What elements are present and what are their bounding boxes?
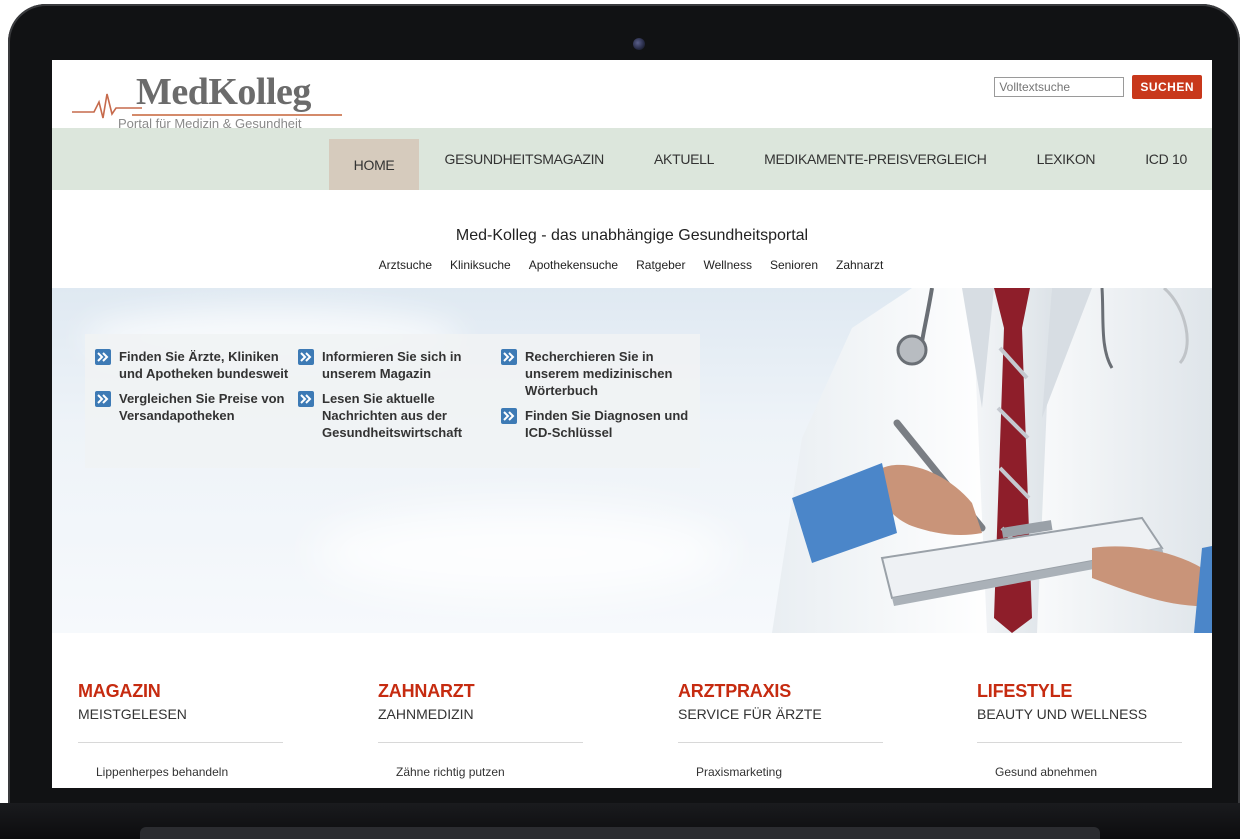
double-arrow-icon <box>501 349 517 365</box>
nav-item-gesundheitsmagazin[interactable]: GESUNDHEITSMAGAZIN <box>419 128 629 190</box>
webcam-icon <box>633 38 645 50</box>
nav-item-home[interactable]: HOME <box>328 139 420 190</box>
hero-features-box: Finden Sie Ärzte, Kliniken und Apotheken… <box>85 334 700 468</box>
divider <box>678 742 883 743</box>
category-lifestyle: LIFESTYLE BEAUTY UND WELLNESS Gesund abn… <box>977 681 1182 779</box>
category-title[interactable]: MAGAZIN <box>78 681 283 702</box>
category-zahnarzt: ZAHNARZT ZAHNMEDIZIN Zähne richtig putze… <box>378 681 583 779</box>
divider <box>378 742 583 743</box>
subnav-item-apothekensuche[interactable]: Apothekensuche <box>529 258 618 272</box>
article-link[interactable]: Zähne richtig putzen <box>396 765 583 779</box>
category-title[interactable]: LIFESTYLE <box>977 681 1182 702</box>
hero-column: Recherchieren Sie in unserem medizinisch… <box>501 348 706 449</box>
nav-item-aktuell[interactable]: AKTUELL <box>629 128 739 190</box>
hero-entry[interactable]: Lesen Sie aktuelle Nachrichten aus der G… <box>298 390 503 441</box>
double-arrow-icon <box>501 408 517 424</box>
hero-entry-text: Recherchieren Sie in unserem medizinisch… <box>525 349 673 398</box>
logo-title: MedKolleg <box>136 71 311 113</box>
sub-navigation: Arztsuche Kliniksuche Apothekensuche Rat… <box>52 258 1212 272</box>
nav-item-medikamente-preisvergleich[interactable]: MEDIKAMENTE-PREISVERGLEICH <box>739 128 1011 190</box>
page-tagline: Med-Kolleg - das unabhängige Gesundheits… <box>455 227 809 244</box>
double-arrow-icon <box>298 391 314 407</box>
subnav-item-wellness[interactable]: Wellness <box>703 258 751 272</box>
doctor-illustration <box>772 288 1212 633</box>
hero-column: Finden Sie Ärzte, Kliniken und Apotheken… <box>95 348 300 432</box>
hero-entry[interactable]: Finden Sie Diagnosen und ICD-Schlüssel <box>501 407 706 441</box>
category-title[interactable]: ARZTPRAXIS <box>678 681 883 702</box>
site-logo[interactable]: MedKolleg Portal für Medizin & Gesundhei… <box>72 68 342 131</box>
hero-column: Informieren Sie sich in unserem Magazin … <box>298 348 503 449</box>
hero-entry-text: Finden Sie Ärzte, Kliniken und Apotheken… <box>119 349 289 381</box>
laptop-base <box>0 803 1240 839</box>
search-button[interactable]: SUCHEN <box>1132 75 1202 99</box>
hero-entry[interactable]: Vergleichen Sie Preise von Versandapothe… <box>95 390 300 424</box>
subnav-item-senioren[interactable]: Senioren <box>770 258 818 272</box>
site-search: SUCHEN <box>994 75 1202 99</box>
category-arztpraxis: ARZTPRAXIS SERVICE FÜR ÄRZTE Praxismarke… <box>678 681 883 779</box>
category-title[interactable]: ZAHNARZT <box>378 681 583 702</box>
hero-entry-text: Finden Sie Diagnosen und ICD-Schlüssel <box>525 408 689 440</box>
divider <box>78 742 283 743</box>
hero-entry[interactable]: Recherchieren Sie in unserem medizinisch… <box>501 348 706 399</box>
article-link[interactable]: Gesund abnehmen <box>995 765 1182 779</box>
divider <box>977 742 1182 743</box>
laptop-hinge <box>140 827 1100 839</box>
browser-viewport: MedKolleg Portal für Medizin & Gesundhei… <box>52 60 1212 788</box>
double-arrow-icon <box>95 391 111 407</box>
double-arrow-icon <box>95 349 111 365</box>
hero-entry-text: Vergleichen Sie Preise von Versandapothe… <box>119 391 285 423</box>
hero-entry[interactable]: Informieren Sie sich in unserem Magazin <box>298 348 503 382</box>
hero-entry-text: Lesen Sie aktuelle Nachrichten aus der G… <box>322 391 463 440</box>
hero-cloud <box>312 508 732 598</box>
hero-banner: Finden Sie Ärzte, Kliniken und Apotheken… <box>52 288 1212 633</box>
category-subtitle: BEAUTY UND WELLNESS <box>977 706 1148 722</box>
subnav-item-zahnarzt[interactable]: Zahnarzt <box>836 258 883 272</box>
hero-entry-text: Informieren Sie sich in unserem Magazin <box>322 349 462 381</box>
subnav-item-kliniksuche[interactable]: Kliniksuche <box>450 258 511 272</box>
double-arrow-icon <box>298 349 314 365</box>
category-subtitle: SERVICE FÜR ÄRZTE <box>678 706 822 722</box>
category-subtitle: ZAHNMEDIZIN <box>378 706 474 722</box>
nav-item-icd10[interactable]: ICD 10 <box>1120 128 1212 190</box>
hero-entry[interactable]: Finden Sie Ärzte, Kliniken und Apotheken… <box>95 348 300 382</box>
category-subtitle: MEISTGELESEN <box>78 706 187 722</box>
article-link[interactable]: Praxismarketing <box>696 765 883 779</box>
subnav-item-ratgeber[interactable]: Ratgeber <box>636 258 685 272</box>
nav-item-lexikon[interactable]: LEXIKON <box>1012 128 1121 190</box>
subnav-item-arztsuche[interactable]: Arztsuche <box>379 258 432 272</box>
search-input[interactable] <box>994 77 1125 97</box>
main-navigation: HOME GESUNDHEITSMAGAZIN AKTUELL MEDIKAME… <box>52 128 1212 190</box>
article-link[interactable]: Lippenherpes behandeln <box>96 765 283 779</box>
category-magazin: MAGAZIN MEISTGELESEN Lippenherpes behand… <box>78 681 283 779</box>
